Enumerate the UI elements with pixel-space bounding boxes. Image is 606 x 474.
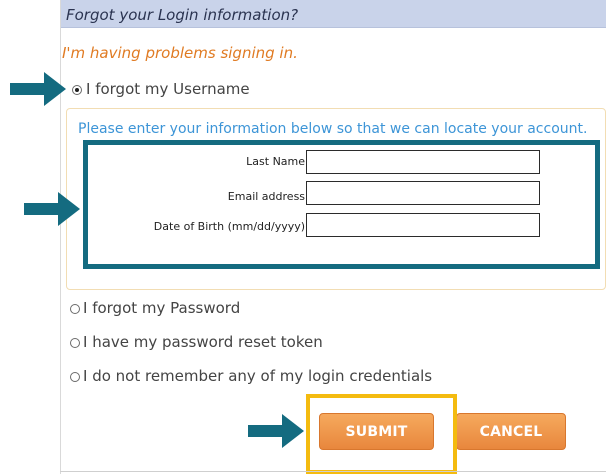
radio-all-credentials[interactable]: [70, 372, 80, 382]
option-password-label[interactable]: I forgot my Password: [83, 299, 240, 317]
option-token-label[interactable]: I have my password reset token: [83, 333, 323, 351]
radio-password[interactable]: [70, 304, 80, 314]
radio-username[interactable]: [72, 85, 82, 95]
radio-token[interactable]: [70, 338, 80, 348]
submit-highlight-frame: [306, 394, 457, 474]
cancel-button[interactable]: CANCEL: [456, 413, 566, 450]
page-title: Forgot your Login information?: [66, 6, 299, 24]
problem-subtitle: I'm having problems signing in.: [62, 44, 298, 62]
arrow-icon: [248, 414, 304, 448]
info-text: Please enter your information below so t…: [78, 121, 588, 137]
option-username-label[interactable]: I forgot my Username: [86, 80, 250, 98]
arrow-icon: [10, 72, 66, 106]
divider: [60, 471, 606, 472]
arrow-icon: [24, 192, 80, 226]
option-all-credentials-label[interactable]: I do not remember any of my login creden…: [83, 367, 432, 385]
form-highlight-frame: [83, 140, 600, 269]
